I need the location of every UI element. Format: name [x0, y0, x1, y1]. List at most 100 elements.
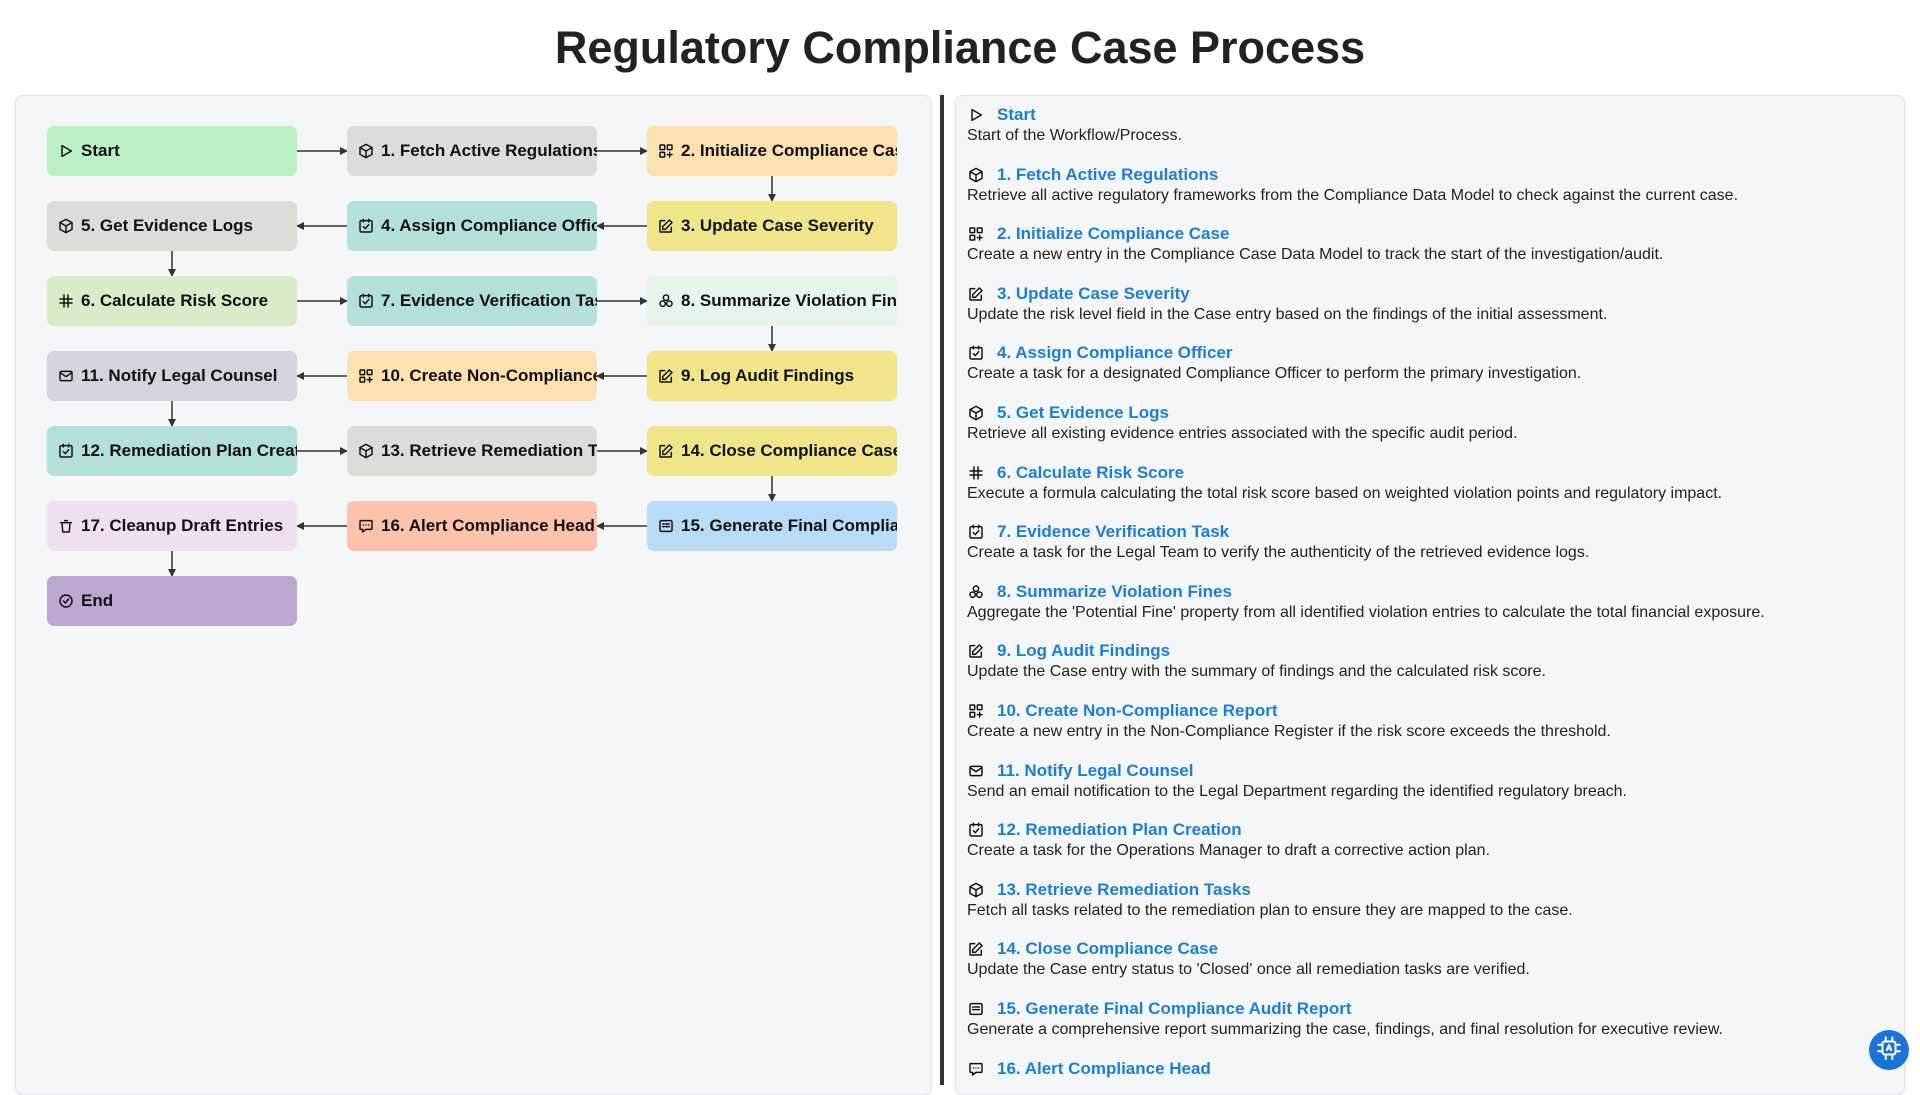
- edit-icon: [658, 218, 674, 234]
- step-link[interactable]: 1. Fetch Active Regulations: [967, 165, 1887, 185]
- step-name[interactable]: 14. Close Compliance Case: [997, 939, 1218, 959]
- cube-icon: [58, 218, 74, 234]
- step-name[interactable]: 5. Get Evidence Logs: [997, 403, 1169, 423]
- flow-node-s4[interactable]: 4. Assign Compliance Officer: [347, 201, 597, 251]
- step-link[interactable]: 16. Alert Compliance Head: [967, 1059, 1887, 1079]
- step-link[interactable]: 5. Get Evidence Logs: [967, 403, 1887, 423]
- aggregate-icon: [658, 293, 674, 309]
- step-description: Update the risk level field in the Case …: [967, 305, 1608, 323]
- step-link[interactable]: 14. Close Compliance Case: [967, 939, 1887, 959]
- step-link[interactable]: 10. Create Non-Compliance Report: [967, 701, 1887, 721]
- trash-icon: [58, 518, 74, 534]
- edit-icon: [658, 443, 674, 459]
- hash-icon: [968, 465, 984, 481]
- report-icon: [968, 1001, 984, 1017]
- step-link[interactable]: 4. Assign Compliance Officer: [967, 343, 1887, 363]
- step-link[interactable]: 3. Update Case Severity: [967, 284, 1887, 304]
- step-list-item: 15. Generate Final Compliance Audit Repo…: [967, 999, 1887, 1040]
- flow-node-s15[interactable]: 15. Generate Final Compliance Audit Repo…: [647, 501, 897, 551]
- step-name[interactable]: 8. Summarize Violation Fines: [997, 582, 1232, 602]
- flow-node-s2[interactable]: 2. Initialize Compliance Case: [647, 126, 897, 176]
- task-check-icon: [968, 345, 984, 361]
- flow-node-label: 14. Close Compliance Case: [681, 441, 897, 460]
- step-link[interactable]: 7. Evidence Verification Task: [967, 522, 1887, 542]
- flow-node-label: 6. Calculate Risk Score: [81, 291, 269, 310]
- step-link[interactable]: 13. Retrieve Remediation Tasks: [967, 880, 1887, 900]
- flow-node-label: 2. Initialize Compliance Case: [681, 141, 897, 160]
- step-link[interactable]: 8. Summarize Violation Fines: [967, 582, 1887, 602]
- step-name[interactable]: 7. Evidence Verification Task: [997, 522, 1229, 542]
- hash-icon: [58, 293, 74, 309]
- step-name[interactable]: 15. Generate Final Compliance Audit Repo…: [997, 999, 1352, 1019]
- task-check-icon: [358, 293, 374, 309]
- step-link[interactable]: 2. Initialize Compliance Case: [967, 224, 1887, 244]
- step-description: Start of the Workflow/Process.: [967, 127, 1182, 144]
- step-link[interactable]: Start: [967, 105, 1887, 125]
- play-icon: [58, 143, 74, 159]
- flow-node-s13[interactable]: 13. Retrieve Remediation Tasks: [347, 426, 597, 476]
- edit-icon: [968, 286, 984, 302]
- flow-node-s14[interactable]: 14. Close Compliance Case: [647, 426, 897, 476]
- flow-node-s7[interactable]: 7. Evidence Verification Task: [347, 276, 597, 326]
- flow-node-end[interactable]: End: [47, 576, 297, 626]
- flow-node-s8[interactable]: 8. Summarize Violation Fines: [647, 276, 897, 326]
- flow-node-label: 5. Get Evidence Logs: [81, 216, 253, 235]
- flow-node-s1[interactable]: 1. Fetch Active Regulations: [347, 126, 597, 176]
- flow-node-s17[interactable]: 17. Cleanup Draft Entries: [47, 501, 297, 551]
- mail-icon: [58, 368, 74, 384]
- step-link[interactable]: 15. Generate Final Compliance Audit Repo…: [967, 999, 1887, 1019]
- step-name[interactable]: 12. Remediation Plan Creation: [997, 820, 1242, 840]
- step-name[interactable]: 4. Assign Compliance Officer: [997, 343, 1233, 363]
- flow-node-label: 3. Update Case Severity: [681, 216, 874, 235]
- step-list-item: 7. Evidence Verification Task Create a ta…: [967, 522, 1887, 563]
- step-description: Update the Case entry with the summary o…: [967, 663, 1546, 681]
- assistant-button[interactable]: [1869, 1030, 1909, 1070]
- flow-node-start[interactable]: Start: [47, 126, 297, 176]
- step-name[interactable]: 6. Calculate Risk Score: [997, 463, 1184, 483]
- step-description: Aggregate the 'Potential Fine' property …: [967, 603, 1765, 621]
- step-list-item: 14. Close Compliance Case Update the Case…: [967, 939, 1887, 980]
- step-list-item: 1. Fetch Active Regulations Retrieve all …: [967, 165, 1887, 206]
- step-list-item: 4. Assign Compliance Officer Create a tas…: [967, 343, 1887, 384]
- cube-icon: [968, 405, 984, 421]
- step-description: Generate a comprehensive report summariz…: [967, 1021, 1723, 1038]
- step-description: Retrieve all active regulatory framework…: [967, 186, 1739, 204]
- report-icon: [658, 518, 674, 534]
- step-name[interactable]: 2. Initialize Compliance Case: [997, 224, 1229, 244]
- step-description: Create a task for the Operations Manager…: [967, 842, 1490, 860]
- step-link[interactable]: 6. Calculate Risk Score: [967, 463, 1887, 483]
- step-link[interactable]: 9. Log Audit Findings: [967, 641, 1887, 661]
- step-name[interactable]: 11. Notify Legal Counsel: [997, 761, 1194, 781]
- flow-node-s9[interactable]: 9. Log Audit Findings: [647, 351, 897, 401]
- task-check-icon: [358, 218, 374, 234]
- play-icon: [968, 107, 984, 123]
- step-link[interactable]: 12. Remediation Plan Creation: [967, 820, 1887, 840]
- step-description: Execute a formula calculating the total …: [967, 484, 1723, 502]
- edit-icon: [658, 368, 674, 384]
- step-name[interactable]: 13. Retrieve Remediation Tasks: [997, 880, 1251, 900]
- step-list-item: 11. Notify Legal Counsel Send an email no…: [967, 761, 1887, 802]
- step-name[interactable]: 10. Create Non-Compliance Report: [997, 701, 1278, 721]
- chat-icon: [968, 1061, 984, 1077]
- step-link[interactable]: 11. Notify Legal Counsel: [967, 761, 1887, 781]
- step-list-item: 8. Summarize Violation Fines Aggregate th…: [967, 582, 1887, 623]
- cube-icon: [968, 882, 984, 898]
- flow-node-s12[interactable]: 12. Remediation Plan Creation: [47, 426, 297, 476]
- step-list-item: 3. Update Case Severity Update the risk l…: [967, 284, 1887, 325]
- step-name[interactable]: 16. Alert Compliance Head: [997, 1059, 1211, 1079]
- flow-node-s6[interactable]: 6. Calculate Risk Score: [47, 276, 297, 326]
- flow-node-s3[interactable]: 3. Update Case Severity: [647, 201, 897, 251]
- step-name[interactable]: 1. Fetch Active Regulations: [997, 165, 1218, 185]
- step-list-item: 9. Log Audit Findings Update the Case ent…: [967, 641, 1887, 682]
- step-list-item: Start Start of the Workflow/Process.: [967, 105, 1887, 146]
- flow-node-label: 9. Log Audit Findings: [681, 366, 855, 385]
- step-name[interactable]: Start: [997, 105, 1036, 125]
- step-name[interactable]: 9. Log Audit Findings: [997, 641, 1170, 661]
- flow-node-s10[interactable]: 10. Create Non-Compliance Report: [347, 351, 597, 401]
- step-description: Create a new entry in the Compliance Cas…: [967, 246, 1664, 264]
- flow-node-s16[interactable]: 16. Alert Compliance Head: [347, 501, 597, 551]
- flow-node-s5[interactable]: 5. Get Evidence Logs: [47, 201, 297, 251]
- panel-divider[interactable]: [940, 95, 944, 1085]
- flow-node-s11[interactable]: 11. Notify Legal Counsel: [47, 351, 297, 401]
- step-name[interactable]: 3. Update Case Severity: [997, 284, 1190, 304]
